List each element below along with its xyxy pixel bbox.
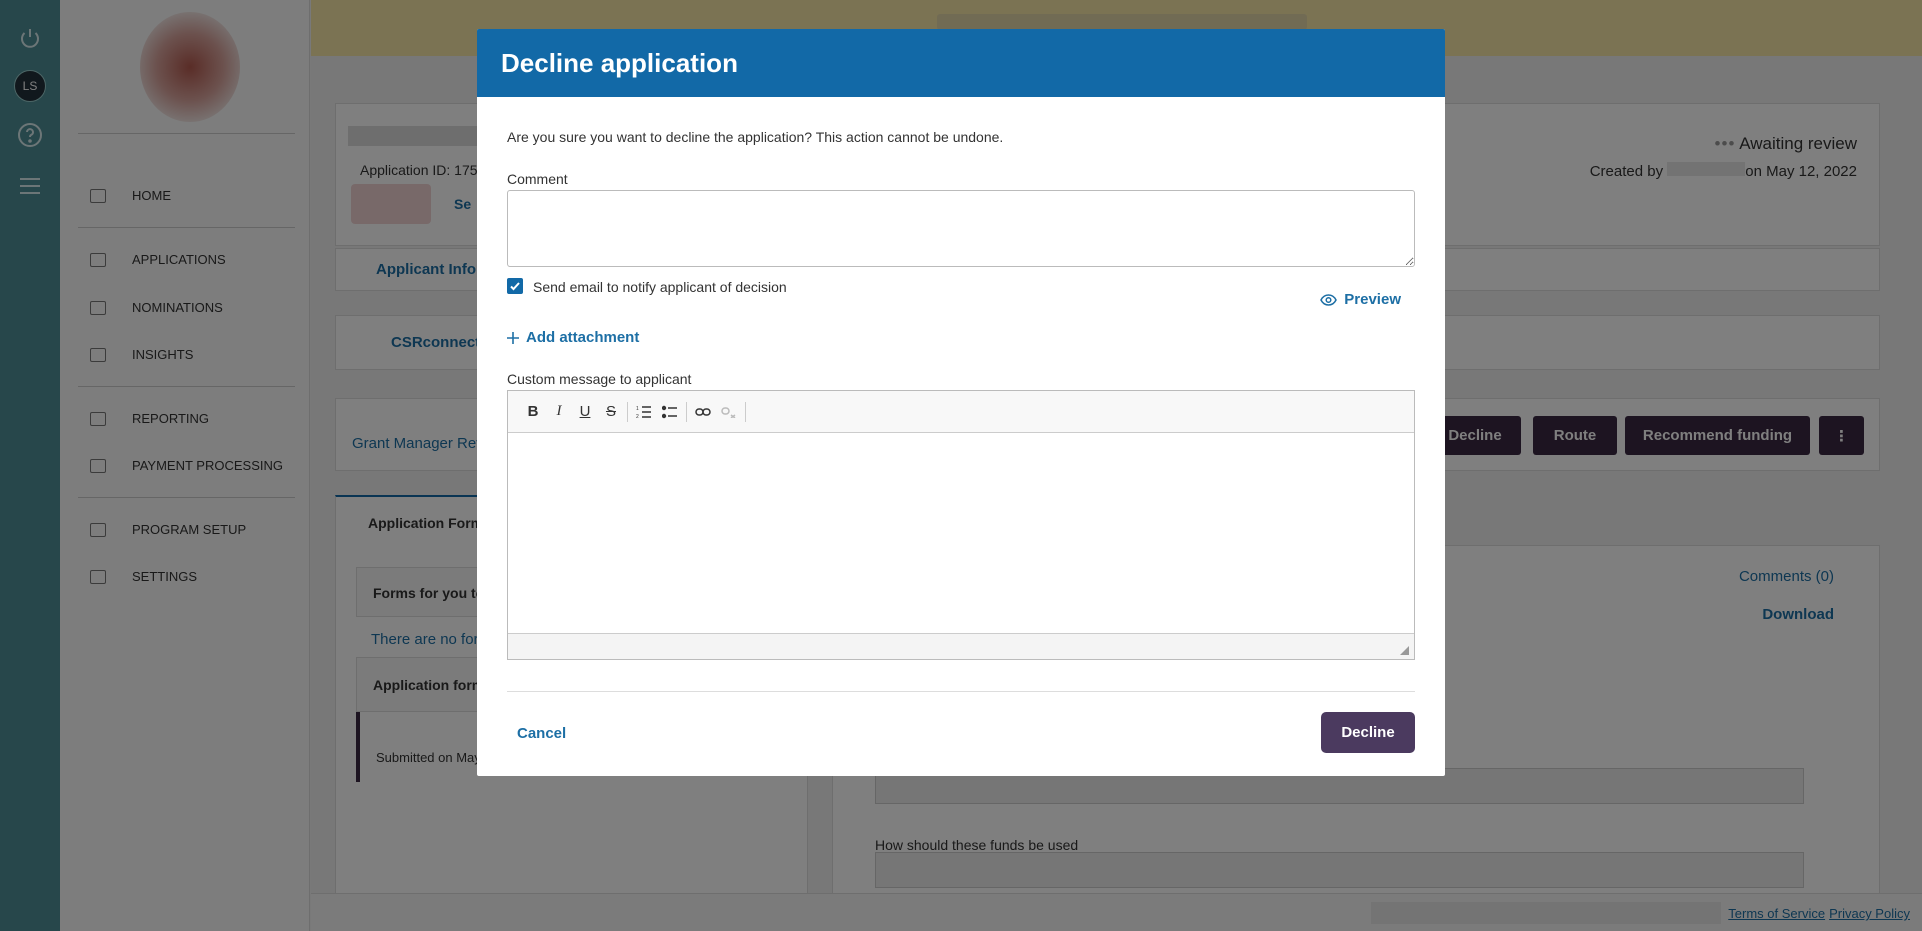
custom-message-label: Custom message to applicant bbox=[507, 371, 692, 387]
decline-application-dialog: Decline application Are you sure you wan… bbox=[477, 29, 1445, 776]
editor-toolbar: B I U S 12 bbox=[508, 391, 1414, 433]
preview-link[interactable]: Preview bbox=[1320, 291, 1401, 308]
resize-handle[interactable] bbox=[1400, 646, 1409, 655]
send-email-checkbox[interactable] bbox=[507, 278, 523, 294]
link-icon[interactable] bbox=[690, 399, 716, 425]
italic-icon[interactable]: I bbox=[546, 399, 572, 425]
underline-icon[interactable]: U bbox=[572, 399, 598, 425]
eye-icon bbox=[1320, 293, 1338, 306]
comment-label: Comment bbox=[507, 171, 568, 187]
add-attachment-link[interactable]: Add attachment bbox=[507, 329, 639, 346]
rich-text-editor: B I U S 12 bbox=[507, 390, 1415, 660]
ordered-list-icon[interactable]: 12 bbox=[631, 399, 657, 425]
checkmark-icon bbox=[510, 282, 520, 291]
bold-icon[interactable]: B bbox=[520, 399, 546, 425]
confirm-text: Are you sure you want to decline the app… bbox=[507, 129, 1004, 145]
svg-text:2: 2 bbox=[636, 414, 639, 419]
editor-statusbar bbox=[508, 633, 1414, 659]
comment-field[interactable] bbox=[507, 190, 1415, 267]
strikethrough-icon[interactable]: S bbox=[598, 399, 624, 425]
svg-text:1: 1 bbox=[636, 406, 639, 412]
cancel-button[interactable]: Cancel bbox=[517, 725, 566, 742]
custom-message-editor[interactable] bbox=[508, 433, 1414, 633]
decline-button[interactable]: Decline bbox=[1321, 712, 1415, 753]
dialog-title: Decline application bbox=[477, 29, 1445, 97]
bullet-list-icon[interactable] bbox=[657, 399, 683, 425]
unlink-icon bbox=[716, 399, 742, 425]
plus-icon bbox=[507, 331, 519, 344]
send-email-label[interactable]: Send email to notify applicant of decisi… bbox=[533, 279, 787, 295]
